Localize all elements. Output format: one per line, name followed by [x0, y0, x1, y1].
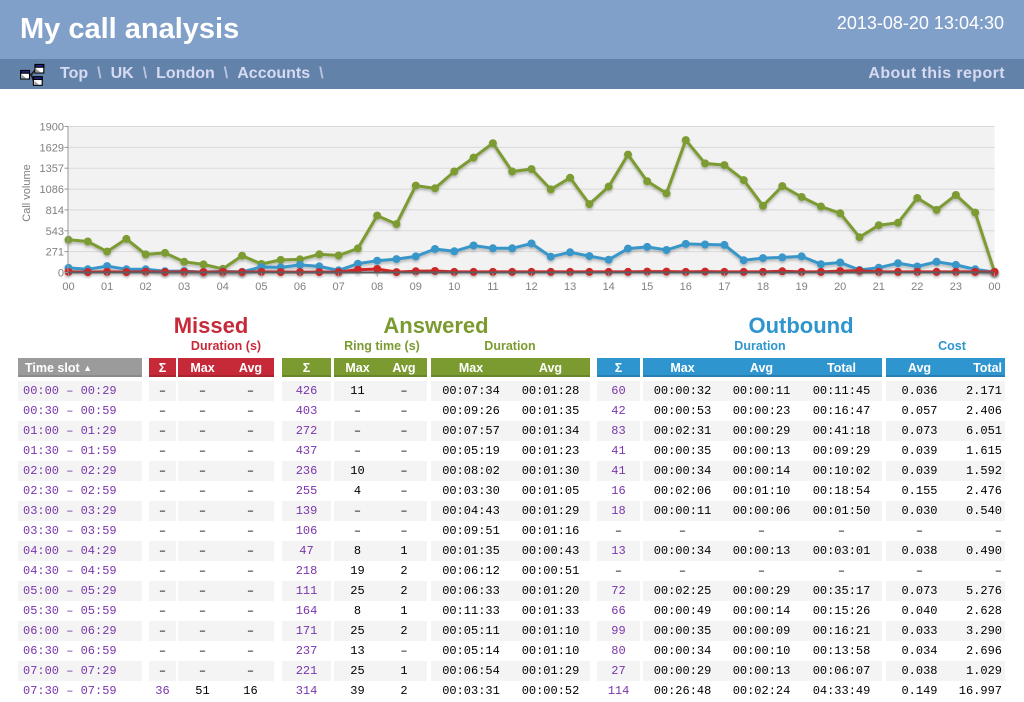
svg-text:814: 814	[46, 205, 64, 217]
svg-text:02: 02	[140, 281, 152, 293]
svg-text:20: 20	[834, 281, 846, 293]
svg-text:11: 11	[487, 281, 498, 293]
svg-text:06: 06	[294, 281, 306, 293]
svg-text:22: 22	[911, 281, 923, 293]
svg-text:1086: 1086	[40, 184, 64, 196]
svg-text:00: 00	[988, 281, 1000, 293]
svg-text:1900: 1900	[40, 122, 64, 134]
svg-text:15: 15	[641, 281, 653, 293]
svg-text:00: 00	[62, 281, 74, 293]
svg-text:0: 0	[58, 268, 64, 280]
svg-text:23: 23	[950, 281, 962, 293]
svg-text:13: 13	[564, 281, 576, 293]
svg-text:05: 05	[255, 281, 267, 293]
svg-text:07: 07	[332, 281, 344, 293]
svg-text:08: 08	[371, 281, 383, 293]
svg-text:21: 21	[873, 281, 885, 293]
svg-text:Call volume: Call volume	[21, 164, 33, 221]
svg-text:271: 271	[46, 247, 64, 259]
svg-text:03: 03	[178, 281, 190, 293]
svg-text:01: 01	[101, 281, 113, 293]
svg-text:14: 14	[603, 281, 615, 293]
svg-text:18: 18	[757, 281, 769, 293]
svg-text:09: 09	[410, 281, 422, 293]
svg-text:12: 12	[525, 281, 537, 293]
svg-text:1629: 1629	[40, 142, 64, 154]
svg-text:16: 16	[680, 281, 692, 293]
svg-text:04: 04	[217, 281, 229, 293]
svg-text:1357: 1357	[40, 163, 64, 175]
svg-text:10: 10	[448, 281, 460, 293]
svg-text:17: 17	[718, 281, 730, 293]
svg-text:543: 543	[46, 226, 64, 238]
svg-text:19: 19	[795, 281, 807, 293]
